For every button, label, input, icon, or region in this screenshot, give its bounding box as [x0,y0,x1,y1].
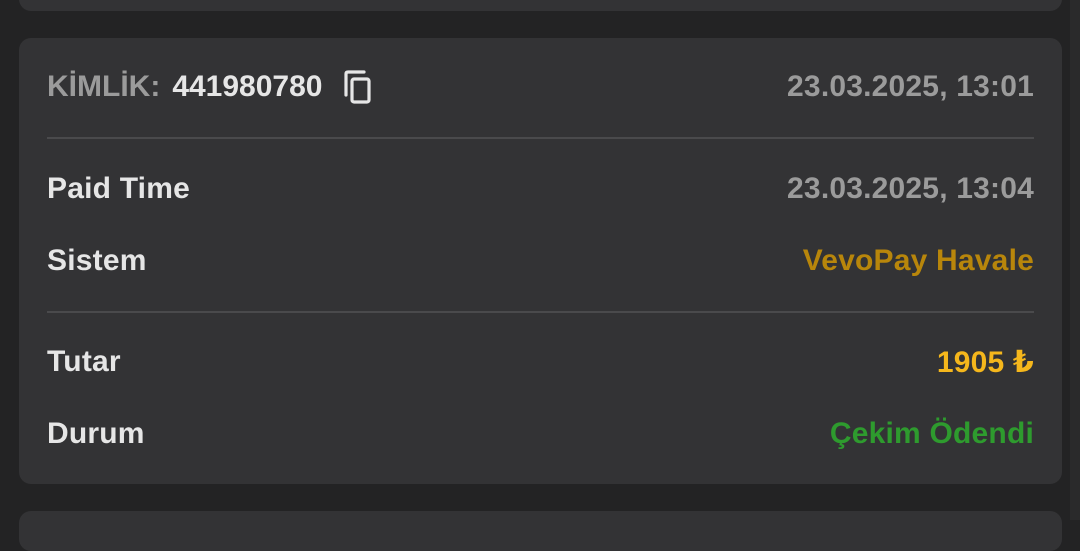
amount-value: 1905 ₺ [936,345,1034,379]
paid-time-value: 23.03.2025, 13:04 [787,172,1034,205]
status-value: Çekim Ödendi [829,417,1034,450]
transaction-id-value: 441980780 [172,70,323,103]
next-transaction-card [19,511,1062,551]
paid-time-row: Paid Time 23.03.2025, 13:04 [47,169,1034,209]
transaction-header: KİMLİK: 441980780 23.03.2025, 13:01 [47,67,1034,107]
transaction-created-time: 23.03.2025, 13:01 [787,70,1034,103]
system-row: Sistem VevoPay Havale [47,241,1034,281]
previous-transaction-card [19,0,1062,11]
status-row: Durum Çekim Ödendi [47,414,1034,454]
amount-row: Tutar 1905 ₺ [47,342,1034,382]
divider [47,137,1034,139]
scrollbar[interactable] [1070,0,1080,520]
amount-label: Tutar [47,345,121,378]
transaction-id-group: KİMLİK: 441980780 [47,68,374,106]
divider [47,311,1034,313]
system-label: Sistem [47,244,147,277]
transaction-card: KİMLİK: 441980780 23.03.2025, 13:01 Paid… [19,38,1062,484]
transaction-id-label: KİMLİK: [47,70,161,103]
status-label: Durum [47,417,145,450]
paid-time-label: Paid Time [47,172,190,205]
system-value: VevoPay Havale [802,244,1034,277]
copy-icon[interactable] [340,68,374,106]
